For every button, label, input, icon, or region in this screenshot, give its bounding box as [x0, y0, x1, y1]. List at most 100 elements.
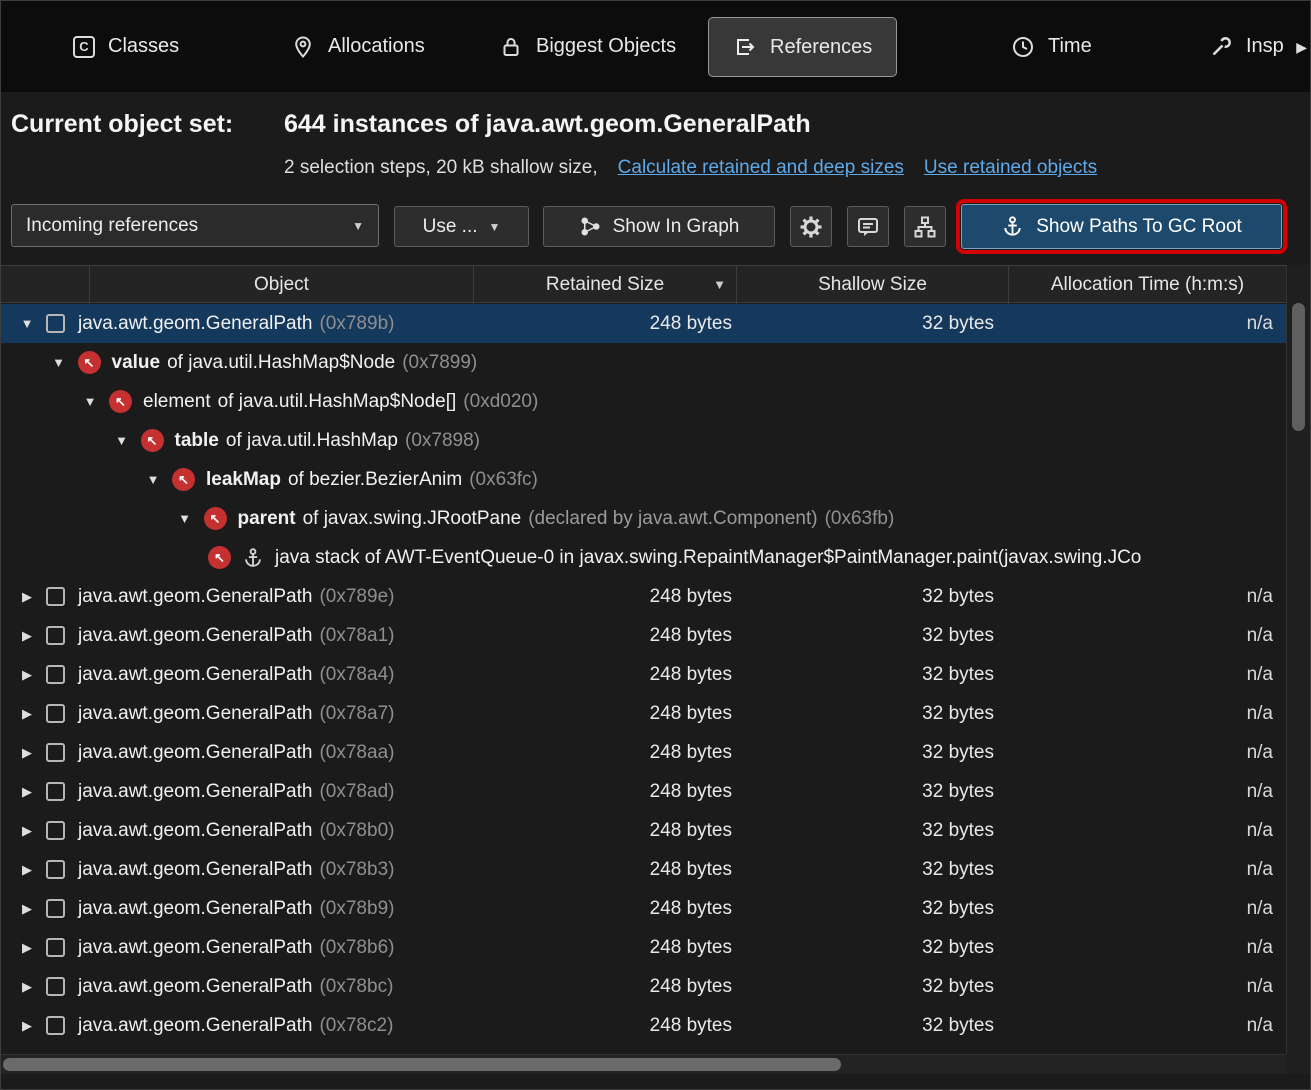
object-row[interactable]: ▶java.awt.geom.GeneralPath(0x78a1)248 by… [1, 616, 1286, 655]
tab-overflow-chevron-icon[interactable]: ▶ [1296, 39, 1307, 56]
tab-label: Allocations [328, 35, 425, 58]
expand-toggle[interactable]: ▼ [114, 433, 130, 448]
expand-toggle[interactable]: ▶ [19, 589, 35, 605]
heap-walker-window: C Classes Allocations Biggest Objects [0, 0, 1311, 1090]
tab-allocations[interactable]: Allocations [291, 1, 425, 92]
object-row[interactable]: ▶java.awt.geom.GeneralPath(0x78c5)248 by… [1, 1045, 1286, 1054]
horizontal-scrollbar[interactable] [1, 1054, 1286, 1074]
row-checkbox[interactable] [46, 626, 65, 645]
object-row[interactable]: ▶java.awt.geom.GeneralPath(0x78aa)248 by… [1, 733, 1286, 772]
expand-toggle[interactable]: ▶ [19, 667, 35, 683]
tab-classes[interactable]: C Classes [73, 1, 179, 92]
tab-inspections[interactable]: Insp [1209, 1, 1284, 92]
gear-icon [799, 215, 823, 239]
object-row[interactable]: ▶java.awt.geom.GeneralPath(0x789e)248 by… [1, 577, 1286, 616]
object-name: java.awt.geom.GeneralPath [78, 625, 312, 647]
row-checkbox[interactable] [46, 782, 65, 801]
settings-button[interactable] [790, 206, 832, 247]
expand-toggle[interactable]: ▼ [145, 472, 161, 487]
expand-toggle[interactable]: ▶ [19, 1018, 35, 1034]
gc-root-row[interactable]: ↖java stack of AWT-EventQueue-0 in javax… [1, 538, 1286, 577]
object-row[interactable]: ▶java.awt.geom.GeneralPath(0x78b6)248 by… [1, 928, 1286, 967]
tree-view-button[interactable] [904, 206, 946, 247]
reference-description: of javax.swing.JRootPane [303, 508, 522, 529]
shallow-size-value: 32 bytes [922, 664, 994, 686]
expand-toggle[interactable]: ▼ [19, 316, 35, 331]
tab-time[interactable]: Time [1011, 1, 1092, 92]
row-checkbox[interactable] [46, 743, 65, 762]
object-name: java.awt.geom.GeneralPath [78, 781, 312, 803]
allocations-pin-icon [291, 35, 315, 59]
object-row[interactable]: ▶java.awt.geom.GeneralPath(0x78c2)248 by… [1, 1006, 1286, 1045]
object-address: (0x63fc) [469, 469, 538, 490]
field-name: table [175, 430, 219, 451]
field-name: leakMap [206, 469, 281, 490]
object-row[interactable]: ▶java.awt.geom.GeneralPath(0x78b3)248 by… [1, 850, 1286, 889]
object-row[interactable]: ▼java.awt.geom.GeneralPath(0x789b)248 by… [1, 304, 1286, 343]
calculate-retained-link[interactable]: Calculate retained and deep sizes [618, 157, 904, 179]
shallow-size-value: 32 bytes [922, 313, 994, 335]
expand-toggle[interactable]: ▼ [177, 511, 193, 526]
declared-by-note: (declared by java.awt.Component) [528, 508, 817, 529]
horizontal-scrollbar-thumb[interactable] [3, 1058, 841, 1071]
object-row[interactable]: ▶java.awt.geom.GeneralPath(0x78b0)248 by… [1, 811, 1286, 850]
shallow-size-value: 32 bytes [922, 742, 994, 764]
expand-toggle[interactable]: ▶ [19, 862, 35, 878]
object-address: (0x78a7) [319, 703, 394, 725]
vertical-scrollbar-thumb[interactable] [1292, 303, 1305, 431]
expand-toggle[interactable]: ▼ [51, 355, 67, 370]
expand-toggle[interactable]: ▼ [82, 394, 98, 409]
row-checkbox[interactable] [46, 314, 65, 333]
column-retained-size[interactable]: Retained Size ▼ [473, 266, 736, 304]
row-checkbox[interactable] [46, 860, 65, 879]
expand-toggle[interactable]: ▶ [19, 628, 35, 644]
table-header: Object Retained Size ▼ Shallow Size Allo… [1, 265, 1286, 303]
tab-references[interactable]: References [708, 17, 897, 77]
retained-size-value: 248 bytes [650, 742, 732, 764]
expand-toggle[interactable]: ▶ [19, 823, 35, 839]
expand-toggle[interactable]: ▶ [19, 745, 35, 761]
show-in-graph-button[interactable]: Show In Graph [543, 206, 775, 247]
show-paths-to-gc-root-button[interactable]: Show Paths To GC Root [961, 204, 1282, 249]
expand-toggle[interactable]: ▶ [19, 979, 35, 995]
expand-toggle[interactable]: ▶ [19, 940, 35, 956]
row-checkbox[interactable] [46, 587, 65, 606]
row-checkbox[interactable] [46, 938, 65, 957]
reference-description: of java.util.HashMap$Node[] [218, 391, 457, 412]
row-checkbox[interactable] [46, 704, 65, 723]
reference-row[interactable]: ▼↖leakMapof bezier.BezierAnim(0x63fc) [1, 460, 1286, 499]
incoming-reference-icon: ↖ [172, 468, 195, 491]
object-row[interactable]: ▶java.awt.geom.GeneralPath(0x78a4)248 by… [1, 655, 1286, 694]
comment-button[interactable] [847, 206, 889, 247]
row-checkbox[interactable] [46, 665, 65, 684]
expand-toggle[interactable]: ▶ [19, 784, 35, 800]
clock-icon [1011, 35, 1035, 59]
object-address: (0x789e) [319, 586, 394, 608]
object-address: (0x78c2) [319, 1015, 393, 1037]
reference-type-select[interactable]: Incoming references ▼ [11, 204, 379, 247]
column-object[interactable]: Object [89, 266, 473, 304]
object-name: java.awt.geom.GeneralPath [78, 898, 312, 920]
row-checkbox[interactable] [46, 821, 65, 840]
object-row[interactable]: ▶java.awt.geom.GeneralPath(0x78a7)248 by… [1, 694, 1286, 733]
row-checkbox[interactable] [46, 899, 65, 918]
reference-row[interactable]: ▼↖tableof java.util.HashMap(0x7898) [1, 421, 1286, 460]
column-shallow-size[interactable]: Shallow Size [736, 266, 1008, 304]
vertical-scrollbar[interactable] [1286, 265, 1311, 1074]
row-checkbox[interactable] [46, 1016, 65, 1035]
row-checkbox[interactable] [46, 977, 65, 996]
column-allocation-time[interactable]: Allocation Time (h:m:s) [1008, 266, 1286, 304]
use-retained-objects-link[interactable]: Use retained objects [924, 157, 1097, 179]
tab-biggest-objects[interactable]: Biggest Objects [499, 1, 676, 92]
object-row[interactable]: ▶java.awt.geom.GeneralPath(0x78ad)248 by… [1, 772, 1286, 811]
object-name: java.awt.geom.GeneralPath [78, 937, 312, 959]
use-button[interactable]: Use ... ▼ [394, 206, 529, 247]
tab-label: Classes [108, 35, 179, 58]
reference-row[interactable]: ▼↖valueof java.util.HashMap$Node(0x7899) [1, 343, 1286, 382]
reference-row[interactable]: ▼↖elementof java.util.HashMap$Node[](0xd… [1, 382, 1286, 421]
expand-toggle[interactable]: ▶ [19, 706, 35, 722]
object-row[interactable]: ▶java.awt.geom.GeneralPath(0x78b9)248 by… [1, 889, 1286, 928]
reference-row[interactable]: ▼↖parentof javax.swing.JRootPane(declare… [1, 499, 1286, 538]
object-row[interactable]: ▶java.awt.geom.GeneralPath(0x78bc)248 by… [1, 967, 1286, 1006]
expand-toggle[interactable]: ▶ [19, 901, 35, 917]
